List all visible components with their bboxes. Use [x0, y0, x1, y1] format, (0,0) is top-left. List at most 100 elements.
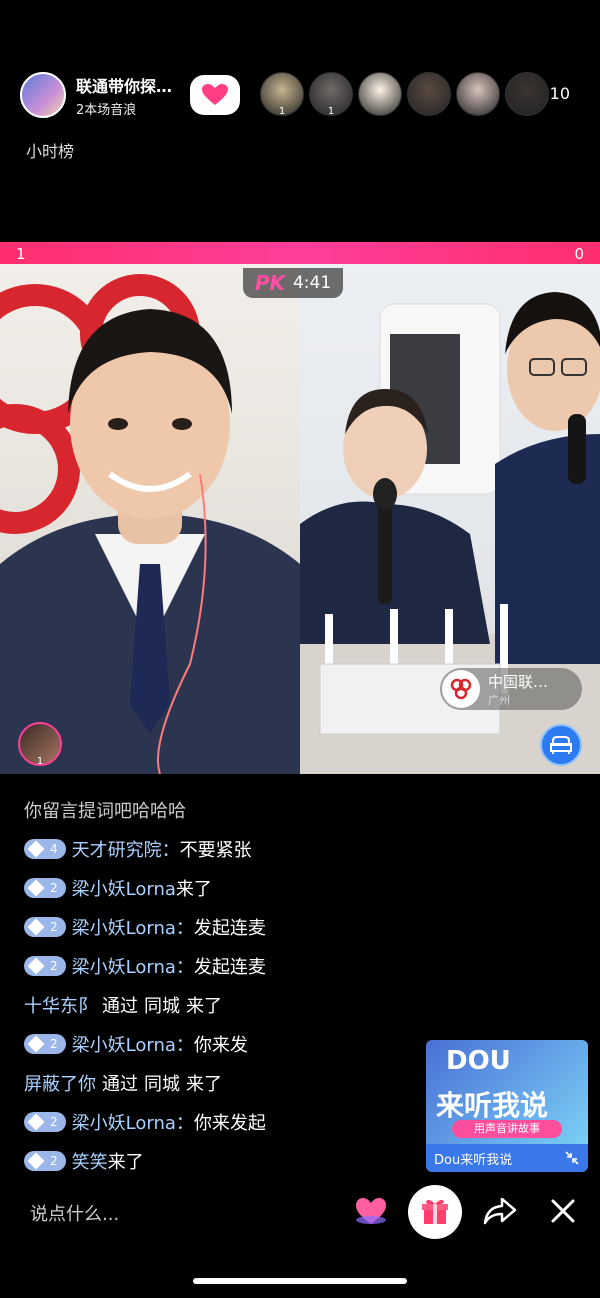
chat-message: 2 笑笑 来了	[24, 1141, 414, 1180]
diamond-icon	[27, 957, 45, 974]
level-number: 2	[50, 880, 58, 895]
promo-tag: 用声音讲故事	[452, 1120, 562, 1138]
live-header: 联通带你探… 2本场音浪 1 1 10	[20, 70, 590, 120]
viewer-avatar[interactable]	[358, 72, 402, 116]
chat-message: 2 梁小妖Lorna：发起连麦	[24, 907, 414, 946]
user-level-badge[interactable]: 4	[24, 838, 66, 859]
like-heart-icon[interactable]	[354, 1196, 388, 1226]
promo-footer-label: Dou来听我说	[434, 1152, 513, 1168]
comment-input[interactable]: 说点什么...	[30, 1200, 119, 1226]
chat-username[interactable]: 天才研究院	[72, 836, 162, 862]
heart-icon	[202, 84, 228, 105]
diamond-icon	[27, 918, 45, 935]
user-level-badge[interactable]: 2	[24, 1150, 66, 1171]
promo-brand: DOU	[446, 1046, 511, 1076]
host-avatar[interactable]	[20, 72, 66, 118]
level-number: 4	[50, 841, 58, 856]
pk-right-score: 0	[574, 245, 584, 263]
contributor-avatar[interactable]: 1	[18, 722, 62, 767]
chat-username[interactable]: 笑笑	[72, 1148, 108, 1174]
chat-message: 2 梁小妖Lorna：你来发起	[24, 1102, 414, 1141]
chat-username[interactable]: 梁小妖Lorna	[72, 953, 176, 979]
chat-text: 来了	[107, 1151, 144, 1173]
level-number: 2	[50, 919, 58, 934]
opponent-name: 中国联…	[488, 672, 549, 691]
chat-separator: ：	[175, 956, 194, 978]
chat-message: 你留言提词吧哈哈哈	[24, 790, 414, 829]
host-text: 联通带你探… 2本场音浪	[76, 73, 172, 118]
chat-text: 发起连麦	[193, 956, 266, 978]
chat-via: 通过	[102, 995, 138, 1017]
host-person	[0, 309, 300, 774]
chat-text: 你来发起	[193, 1112, 266, 1134]
viewer-avatar[interactable]	[456, 72, 500, 116]
pk-left-score: 1	[16, 245, 26, 263]
chat-message: 屏蔽了你 通过 同城 来了	[24, 1063, 414, 1102]
diamond-icon	[27, 1152, 45, 1169]
chat-message: 十华东阝 通过 同城 来了	[24, 985, 414, 1024]
viewer-avatar[interactable]: 1	[260, 72, 304, 117]
diamond-icon	[27, 840, 45, 857]
chat-text: 不要紧张	[179, 839, 252, 861]
promo-title: 来听我说	[436, 1089, 549, 1122]
diamond-icon	[27, 1035, 45, 1052]
chat-via-source: 同城	[144, 1073, 180, 1095]
chat-message: 4 天才研究院：不要紧张	[24, 829, 414, 868]
chat-username[interactable]: 梁小妖Lorna	[72, 1109, 176, 1135]
chat-username[interactable]: 梁小妖Lorna	[72, 1031, 176, 1057]
close-icon[interactable]	[548, 1196, 578, 1226]
hourly-rank-link[interactable]: 小时榜	[26, 138, 74, 162]
promo-footer[interactable]: Dou来听我说	[426, 1144, 588, 1172]
opponent-info[interactable]: 中国联… 广州	[440, 668, 582, 710]
chat-message: 2 梁小妖Lorna：发起连麦	[24, 946, 414, 985]
gift-icon	[422, 1199, 448, 1224]
user-level-badge[interactable]: 2	[24, 1033, 66, 1054]
chat-message: 2 梁小妖Lorna：你来发	[24, 1024, 414, 1063]
level-number: 2	[50, 958, 58, 973]
unicom-knot-icon	[450, 678, 472, 700]
user-level-badge[interactable]: 2	[24, 955, 66, 976]
viewer-avatar[interactable]	[505, 72, 549, 116]
viewer-rank: 1	[278, 106, 286, 117]
user-level-badge[interactable]: 2	[24, 916, 66, 937]
chat-text: 来了	[186, 995, 222, 1017]
opponent-city: 广州	[488, 693, 510, 707]
chat-list[interactable]: 你留言提词吧哈哈哈 4 天才研究院：不要紧张 2 梁小妖Lorna 来了 2 梁小妖Lorn…	[24, 790, 414, 1180]
share-icon[interactable]	[482, 1196, 518, 1226]
chat-text: 你留言提词吧哈哈哈	[24, 800, 186, 822]
gift-button[interactable]	[408, 1185, 462, 1239]
chat-username[interactable]: 梁小妖Lorna	[72, 875, 176, 901]
collapse-arrows-icon[interactable]	[564, 1150, 580, 1166]
viewer-count[interactable]: 10	[550, 84, 570, 103]
chat-separator: ：	[175, 1034, 194, 1056]
host-info[interactable]: 联通带你探… 2本场音浪	[20, 72, 172, 118]
host-sound-wave: 2本场音浪	[76, 102, 137, 118]
chat-via-source: 同城	[144, 995, 180, 1017]
user-level-badge[interactable]: 2	[24, 1111, 66, 1132]
chat-message: 2 梁小妖Lorna 来了	[24, 868, 414, 907]
home-indicator[interactable]	[193, 1278, 407, 1284]
pk-logo: PK	[254, 271, 285, 295]
opponent-text: 中国联… 广州	[488, 671, 548, 708]
chat-username[interactable]: 十华东阝	[24, 992, 96, 1018]
user-level-badge[interactable]: 2	[24, 877, 66, 898]
promo-art: DOU 来听我说 用声音讲故事	[426, 1040, 588, 1144]
chat-text: 你来发	[193, 1034, 248, 1056]
sofa-icon	[550, 736, 572, 754]
diamond-icon	[27, 1113, 45, 1130]
sofa-seat-button[interactable]	[540, 724, 582, 766]
pk-progress-bar: 1 0	[0, 242, 600, 264]
chat-text: 来了	[186, 1073, 222, 1095]
chat-separator: ：	[161, 839, 180, 861]
host-video[interactable]	[0, 264, 300, 774]
viewer-avatar[interactable]: 1	[309, 72, 353, 117]
level-number: 2	[50, 1114, 58, 1129]
viewer-avatar[interactable]	[407, 72, 451, 116]
chat-username[interactable]: 屏蔽了你	[24, 1070, 96, 1096]
diamond-icon	[27, 879, 45, 896]
level-number: 2	[50, 1153, 58, 1168]
chat-username[interactable]: 梁小妖Lorna	[72, 914, 176, 940]
follow-button[interactable]	[190, 75, 240, 115]
promo-card[interactable]: DOU 来听我说 用声音讲故事 Dou来听我说	[426, 1040, 588, 1172]
contributor-rank: 1	[36, 756, 44, 767]
